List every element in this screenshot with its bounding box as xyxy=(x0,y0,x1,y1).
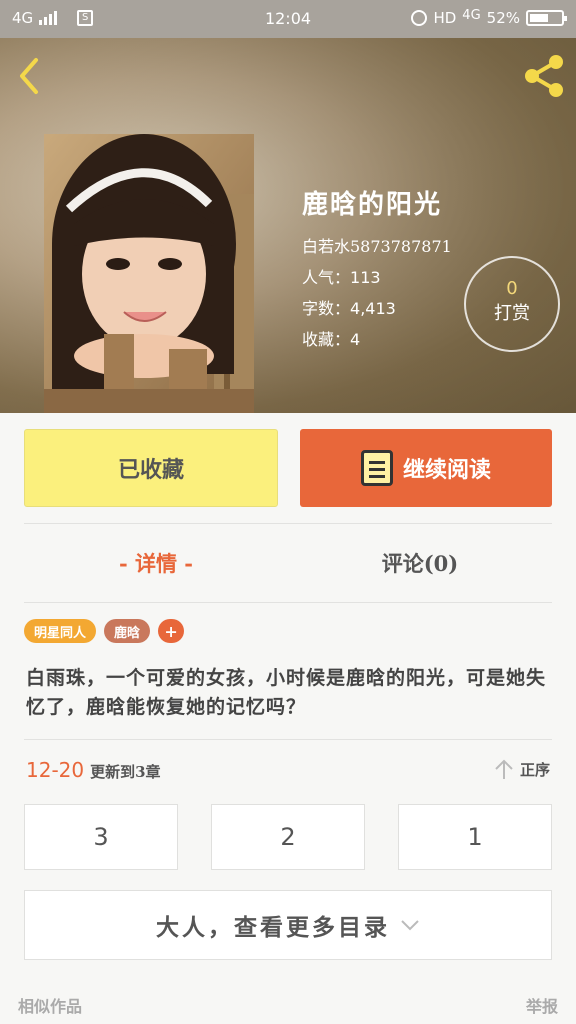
tag-list: 明星同人 鹿晗 + xyxy=(24,619,185,643)
tab-comments[interactable]: 评论(0) xyxy=(288,540,552,586)
book-cover-image[interactable] xyxy=(44,134,254,413)
word-count-value: 4,413 xyxy=(350,299,396,318)
similar-works-heading: 相似作品 xyxy=(18,997,83,1016)
author-name[interactable]: 白若水5873787871 xyxy=(302,233,452,256)
status-bar: 4G S 12:04 HD 4G 52% xyxy=(0,0,576,38)
add-tag-button[interactable]: + xyxy=(158,619,185,643)
favorites-row: 收藏：4 xyxy=(302,326,452,349)
alarm-icon xyxy=(411,10,428,26)
favorited-label: 已收藏 xyxy=(117,457,184,483)
arrow-up-icon xyxy=(495,759,513,779)
tip-label: 打赏 xyxy=(494,303,530,324)
tag-item[interactable]: 明星同人 xyxy=(24,619,97,643)
divider xyxy=(24,602,552,603)
battery-icon xyxy=(526,10,567,26)
divider xyxy=(24,523,552,524)
tag-item[interactable]: 鹿晗 xyxy=(104,619,151,643)
tab-detail[interactable]: - 详情 - xyxy=(24,540,288,586)
sort-order-button[interactable]: 正序 xyxy=(494,758,550,780)
chapter-item[interactable]: 1 xyxy=(398,804,552,870)
favorited-button[interactable]: 已收藏 xyxy=(24,429,278,507)
book-title: 鹿晗的阳光 xyxy=(302,190,443,220)
chevron-left-icon xyxy=(20,58,38,94)
popularity-value: 113 xyxy=(350,268,381,287)
share-button[interactable] xyxy=(520,52,568,100)
favorites-value: 4 xyxy=(350,330,361,349)
continue-reading-label: 继续阅读 xyxy=(402,457,491,483)
network-indicator-right: 4G xyxy=(462,7,481,23)
update-text: 更新到3章 xyxy=(90,763,161,781)
view-more-catalog-button[interactable]: 大人，查看更多目录 xyxy=(24,890,552,960)
book-icon xyxy=(360,450,393,486)
report-link[interactable]: 举报 xyxy=(526,993,558,1017)
update-info: 12-20 更新到3章 xyxy=(26,758,161,782)
popularity-label: 人气： xyxy=(302,268,351,287)
word-count-row: 字数：4,413 xyxy=(302,295,452,318)
book-header: 鹿晗的阳光 白若水5873787871 人气：113 字数：4,413 收藏：4… xyxy=(0,38,576,413)
tip-button[interactable]: 0 打赏 xyxy=(464,256,560,352)
book-description: 白雨珠，一个可爱的女孩，小时候是鹿晗的阳光，可是她失忆了，鹿晗能恢复她的记忆吗？ xyxy=(26,667,547,718)
sort-order-label: 正序 xyxy=(519,760,550,779)
share-icon xyxy=(525,55,563,97)
favorites-label: 收藏： xyxy=(302,330,351,349)
book-info: 鹿晗的阳光 白若水5873787871 人气：113 字数：4,413 收藏：4 xyxy=(302,184,452,357)
back-button[interactable] xyxy=(14,56,48,96)
continue-reading-button[interactable]: 继续阅读 xyxy=(300,429,552,507)
chapter-item[interactable]: 2 xyxy=(211,804,365,870)
view-more-catalog-label: 大人，查看更多目录 xyxy=(156,914,390,941)
update-date: 12-20 xyxy=(26,758,85,782)
tip-count: 0 xyxy=(506,278,518,299)
divider xyxy=(24,739,552,740)
word-count-label: 字数： xyxy=(302,299,351,318)
chapter-item[interactable]: 3 xyxy=(24,804,178,870)
battery-percent: 52% xyxy=(486,9,520,27)
popularity-row: 人气：113 xyxy=(302,264,452,287)
hd-indicator: HD xyxy=(433,9,457,27)
chevron-down-icon xyxy=(401,920,419,931)
